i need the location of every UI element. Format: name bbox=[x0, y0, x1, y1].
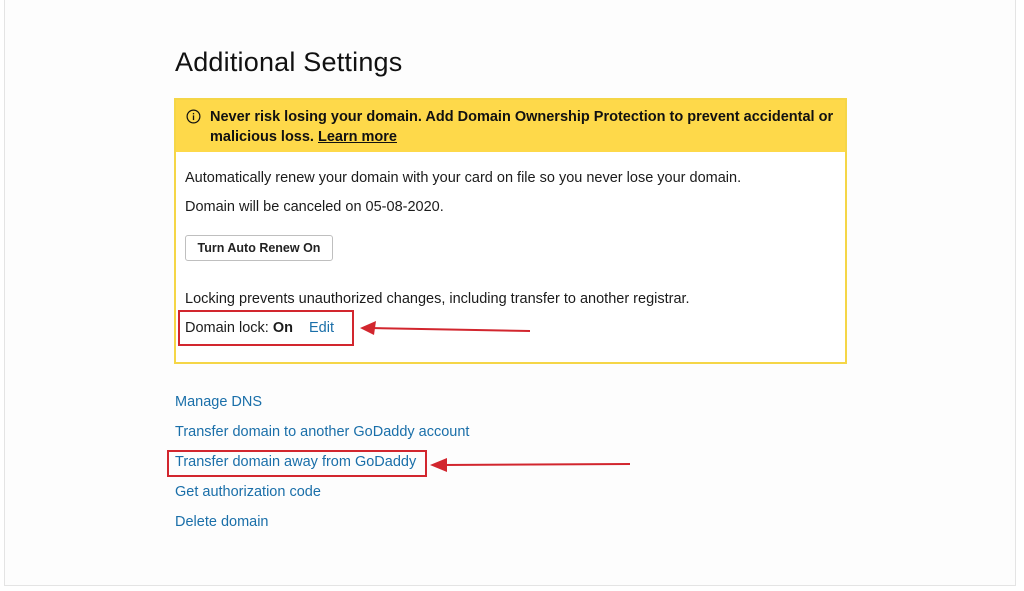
transfer-away-arrow-icon bbox=[430, 458, 631, 472]
domain-lock-description: Locking prevents unauthorized changes, i… bbox=[185, 291, 690, 307]
transfer-to-godaddy-account-link[interactable]: Transfer domain to another GoDaddy accou… bbox=[175, 423, 469, 453]
turn-auto-renew-on-button[interactable]: Turn Auto Renew On bbox=[185, 235, 333, 261]
manage-dns-link[interactable]: Manage DNS bbox=[175, 393, 469, 423]
domain-lock-highlight-box bbox=[178, 310, 354, 346]
delete-domain-link[interactable]: Delete domain bbox=[175, 513, 469, 543]
protection-banner: Never risk losing your domain. Add Domai… bbox=[176, 100, 845, 152]
banner-text: Never risk losing your domain. Add Domai… bbox=[210, 109, 834, 145]
banner-message: Never risk losing your domain. Add Domai… bbox=[210, 108, 840, 147]
learn-more-link[interactable]: Learn more bbox=[318, 129, 397, 145]
page-title: Additional Settings bbox=[175, 47, 403, 77]
get-authorization-code-link[interactable]: Get authorization code bbox=[175, 483, 469, 513]
auto-renew-description: Automatically renew your domain with you… bbox=[185, 170, 742, 186]
transfer-away-highlight-box bbox=[167, 450, 427, 477]
domain-lock-arrow-icon bbox=[360, 321, 531, 335]
cancel-notice: Domain will be canceled on 05-08-2020. bbox=[185, 199, 444, 215]
info-icon bbox=[186, 109, 201, 124]
